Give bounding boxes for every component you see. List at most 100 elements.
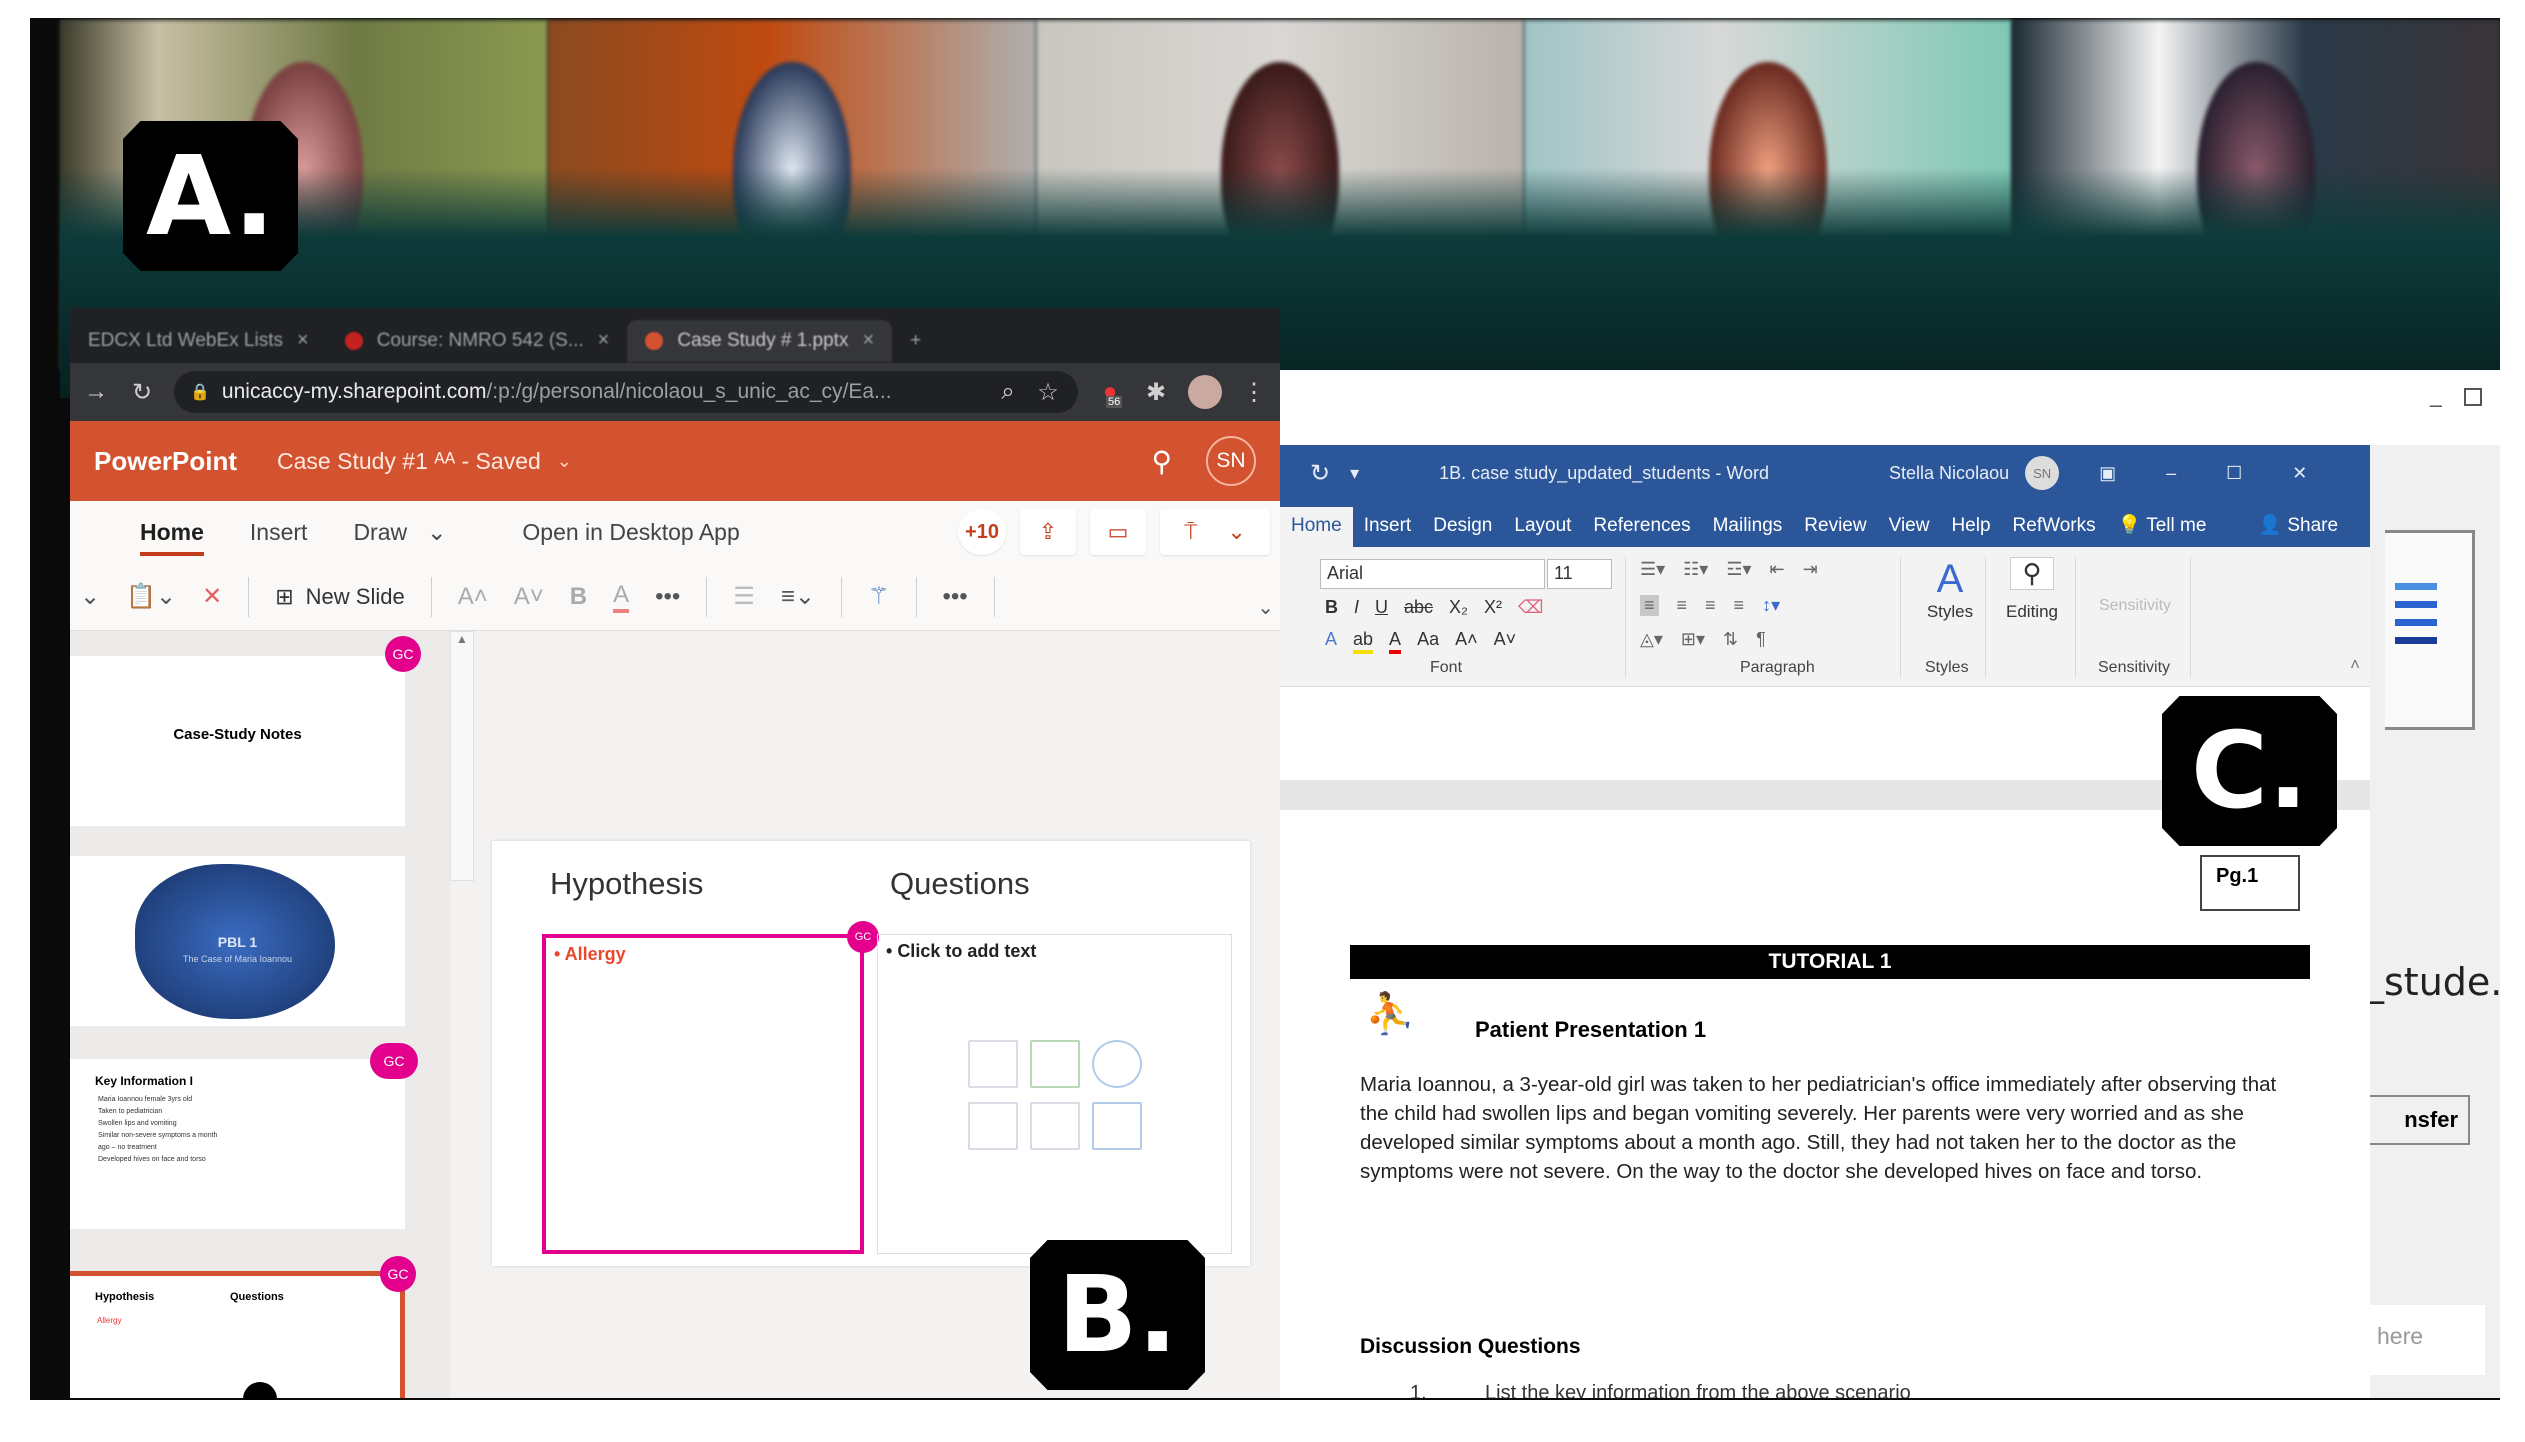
insert-online-video-icon[interactable] (1092, 1102, 1142, 1150)
ribbon-display-icon[interactable]: ▣ (2099, 463, 2116, 484)
user-avatar[interactable]: SN (2025, 456, 2060, 490)
slide-thumbnail[interactable]: Case-Study Notes (70, 656, 405, 826)
tab-insert[interactable]: Insert (1353, 515, 1423, 547)
autosave-refresh-icon[interactable]: ↻ (1310, 459, 1330, 488)
superscript-icon[interactable]: X² (1484, 597, 1502, 618)
underline-icon[interactable]: U (1375, 597, 1388, 618)
shrink-font-icon[interactable]: A˅ (1494, 629, 1517, 654)
extension-adblock-icon[interactable]: ● 56 (1096, 378, 1124, 408)
close-tab-icon[interactable]: × (297, 329, 309, 352)
line-spacing-icon[interactable]: ↕▾ (1762, 595, 1780, 616)
more-options-icon[interactable]: ••• (655, 583, 680, 611)
questions-textbox[interactable]: • Click to add text (877, 934, 1232, 1254)
document-page[interactable]: Pg.1 TUTORIAL 1 ⛹ Patient Presentation 1… (1280, 810, 2370, 1398)
slide-thumbnail-selected[interactable]: Hypothesis Questions Allergy (70, 1276, 405, 1398)
transfer-button[interactable]: nsfer (2355, 1095, 2470, 1145)
shading-icon[interactable]: ◬▾ (1640, 629, 1663, 650)
extensions-puzzle-icon[interactable]: ✱ (1142, 378, 1170, 407)
expand-ribbon-icon[interactable]: ⌄ (1257, 595, 1274, 620)
font-color-icon[interactable]: A (1389, 629, 1402, 654)
font-name-select[interactable]: Arial (1320, 559, 1545, 589)
document-title[interactable]: Case Study #1 ᴬᴬ - Saved (277, 448, 541, 475)
borders-icon[interactable]: ⊞▾ (1681, 629, 1705, 650)
sort-icon[interactable]: ⇅ (1723, 629, 1738, 650)
paste-clipboard-icon[interactable]: 📋⌄ (126, 582, 176, 611)
new-slide-button[interactable]: ⊞ New Slide (275, 584, 404, 610)
reload-icon[interactable]: ↻ (128, 378, 156, 407)
tab-draw[interactable]: Draw (353, 519, 407, 546)
minimize-icon[interactable]: – (2430, 392, 2442, 418)
decrease-indent-icon[interactable]: ⇤ (1770, 559, 1785, 580)
slide-thumbnail[interactable]: Key Information I Maria Ioannou female 3… (70, 1059, 405, 1229)
close-tab-icon[interactable]: × (862, 329, 874, 352)
close-tab-icon[interactable]: × (598, 329, 610, 352)
bookmark-star-icon[interactable]: ☆ (1034, 378, 1062, 407)
designer-wand-icon[interactable]: ⚚ (868, 582, 890, 611)
collapse-ribbon-icon[interactable]: ˄ (2350, 655, 2360, 675)
bullets-icon[interactable]: ☰▾ (1640, 559, 1665, 580)
font-color-icon[interactable]: A (613, 581, 630, 613)
increase-indent-icon[interactable]: ⇥ (1803, 559, 1818, 580)
strikethrough-icon[interactable]: abc (1404, 597, 1433, 618)
share-icon[interactable]: ⇪ (1020, 509, 1076, 555)
maximize-icon[interactable] (2464, 388, 2482, 406)
insert-icons-icon[interactable] (1092, 1040, 1142, 1088)
more-options-icon[interactable]: ••• (943, 583, 968, 611)
bullets-icon[interactable]: ☰ (733, 582, 755, 611)
align-center-icon[interactable]: ≡ (1677, 595, 1688, 616)
tab-refworks[interactable]: RefWorks (2002, 515, 2107, 547)
search-icon[interactable]: ⚲ (1151, 445, 1172, 478)
align-left-icon[interactable]: ≡ (1640, 595, 1659, 616)
insert-table-icon[interactable] (968, 1040, 1018, 1088)
insert-chart-icon[interactable] (1030, 1040, 1080, 1088)
align-icon[interactable]: ≡⌄ (781, 582, 815, 611)
italic-icon[interactable]: I (1354, 597, 1359, 618)
editing-button[interactable]: ⚲ Editing (1992, 557, 2072, 622)
browser-tab[interactable]: EDCX Ltd WebEx Lists × (70, 320, 327, 362)
grow-font-icon[interactable]: A˄ (1455, 629, 1478, 654)
comments-icon[interactable]: ▭ (1090, 509, 1146, 555)
browser-tab-active[interactable]: Case Study # 1.pptx × (627, 319, 893, 362)
scroll-up-icon[interactable]: ▲ (456, 632, 468, 646)
tab-home[interactable]: Home (140, 519, 204, 556)
tab-references[interactable]: References (1582, 515, 1701, 547)
chevron-down-icon[interactable]: ⌄ (1227, 519, 1245, 545)
collaborators-count[interactable]: +10 (958, 509, 1006, 555)
chevron-down-icon[interactable]: ⌄ (80, 582, 100, 611)
change-case-icon[interactable]: Aa (1417, 629, 1439, 654)
align-right-icon[interactable]: ≡ (1705, 595, 1716, 616)
subscript-icon[interactable]: X₂ (1449, 597, 1468, 618)
tab-review[interactable]: Review (1793, 515, 1877, 547)
slide-thumbnail[interactable]: PBL 1 The Case of Maria Ioannou (70, 856, 405, 1026)
user-avatar[interactable]: SN (1206, 436, 1256, 486)
text-effects-icon[interactable]: A (1325, 629, 1337, 654)
tab-mailings[interactable]: Mailings (1702, 515, 1794, 547)
zoom-icon[interactable]: ⌕ (994, 378, 1022, 406)
pilcrow-icon[interactable]: ¶ (1756, 629, 1766, 650)
tab-view[interactable]: View (1878, 515, 1941, 547)
quick-access-dropdown-icon[interactable]: ▾ (1350, 463, 1359, 484)
shrink-font-icon[interactable]: A˅ (514, 583, 544, 611)
tab-design[interactable]: Design (1422, 515, 1503, 547)
tab-help[interactable]: Help (1940, 515, 2001, 547)
highlight-icon[interactable]: ab (1353, 629, 1374, 654)
user-name[interactable]: Stella Nicolaou (1889, 463, 2009, 484)
address-bar[interactable]: 🔒 unicaccy-my.sharepoint.com/:p:/g/perso… (174, 371, 1078, 413)
font-size-select[interactable]: 11 (1547, 559, 1612, 589)
thumbnails-scrollbar[interactable]: ▲ (450, 631, 474, 881)
browser-menu-icon[interactable]: ⋮ (1240, 378, 1268, 407)
tab-layout[interactable]: Layout (1503, 515, 1582, 547)
questions-heading[interactable]: Questions (890, 866, 1030, 902)
styles-button[interactable]: A Styles (1915, 557, 1985, 622)
bold-icon[interactable]: B (1325, 597, 1338, 618)
bold-icon[interactable]: B (570, 583, 587, 611)
browser-tab[interactable]: Course: NMRO 542 (S... × (327, 320, 628, 362)
insert-stock-image-icon[interactable] (1030, 1102, 1080, 1150)
delete-icon[interactable]: ✕ (202, 582, 222, 611)
tab-insert[interactable]: Insert (250, 519, 308, 546)
new-tab-button[interactable]: + (892, 320, 939, 362)
justify-icon[interactable]: ≡ (1734, 595, 1745, 616)
present-button[interactable]: ⍑ ⌄ (1160, 509, 1270, 555)
tab-home[interactable]: Home (1280, 507, 1353, 547)
grow-font-icon[interactable]: A˄ (458, 583, 488, 611)
